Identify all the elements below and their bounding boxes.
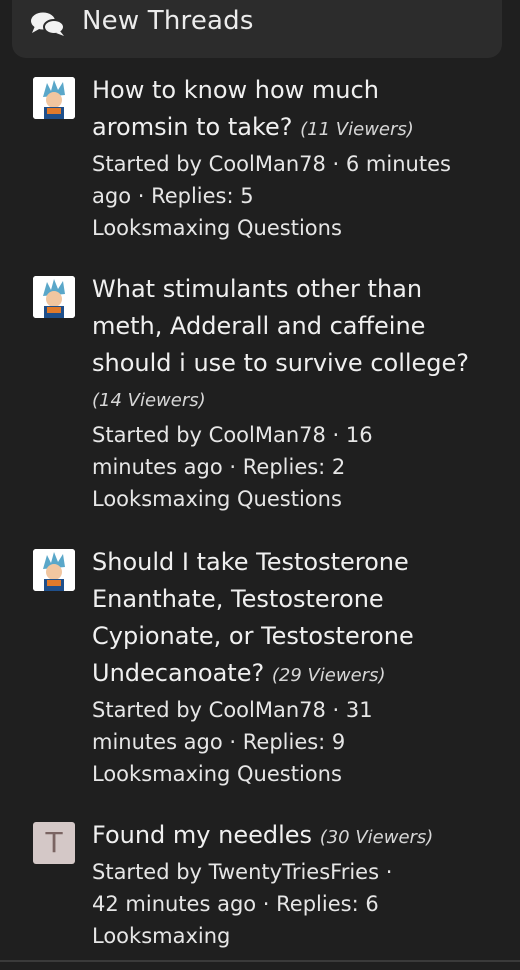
thread-meta: Started by CoolMan78 · 16 minutes ago · … bbox=[92, 423, 373, 479]
chat-bubbles-icon bbox=[31, 12, 65, 36]
viewer-count: (14 Viewers) bbox=[92, 390, 206, 411]
thread-meta: Started by TwentyTriesFries · 42 minutes… bbox=[92, 860, 393, 916]
thread-title-link[interactable]: What stimulants other than meth, Adderal… bbox=[92, 271, 472, 419]
thread-title[interactable]: Found my needles bbox=[92, 821, 312, 849]
thread-title-link[interactable]: Found my needles (30 Viewers) bbox=[92, 817, 492, 856]
thread-title-link[interactable]: How to know how much aromsin to take? (1… bbox=[92, 72, 482, 148]
viewer-count: (29 Viewers) bbox=[271, 665, 386, 686]
viewer-count: (30 Viewers) bbox=[319, 827, 434, 848]
new-threads-header: New Threads bbox=[12, 0, 502, 58]
forum-link[interactable]: Looksmaxing Questions bbox=[92, 212, 492, 244]
section-title: New Threads bbox=[82, 6, 254, 36]
avatar[interactable]: T bbox=[33, 822, 75, 864]
avatar[interactable] bbox=[33, 276, 75, 318]
avatar[interactable] bbox=[33, 77, 75, 119]
forum-link[interactable]: Looksmaxing Questions bbox=[92, 758, 492, 790]
thread-meta: Started by CoolMan78 · 6 minutes ago · R… bbox=[92, 152, 451, 208]
forum-link[interactable]: Looksmaxing bbox=[92, 920, 492, 952]
forum-link[interactable]: Looksmaxing Questions bbox=[92, 483, 492, 515]
divider bbox=[0, 960, 520, 962]
thread-title[interactable]: What stimulants other than meth, Adderal… bbox=[92, 275, 469, 377]
thread-meta: Started by CoolMan78 · 31 minutes ago · … bbox=[92, 698, 373, 754]
avatar[interactable] bbox=[33, 549, 75, 591]
thread-title-link[interactable]: Should I take Testosterone Enanthate, Te… bbox=[92, 544, 422, 694]
viewer-count: (11 Viewers) bbox=[300, 119, 414, 140]
